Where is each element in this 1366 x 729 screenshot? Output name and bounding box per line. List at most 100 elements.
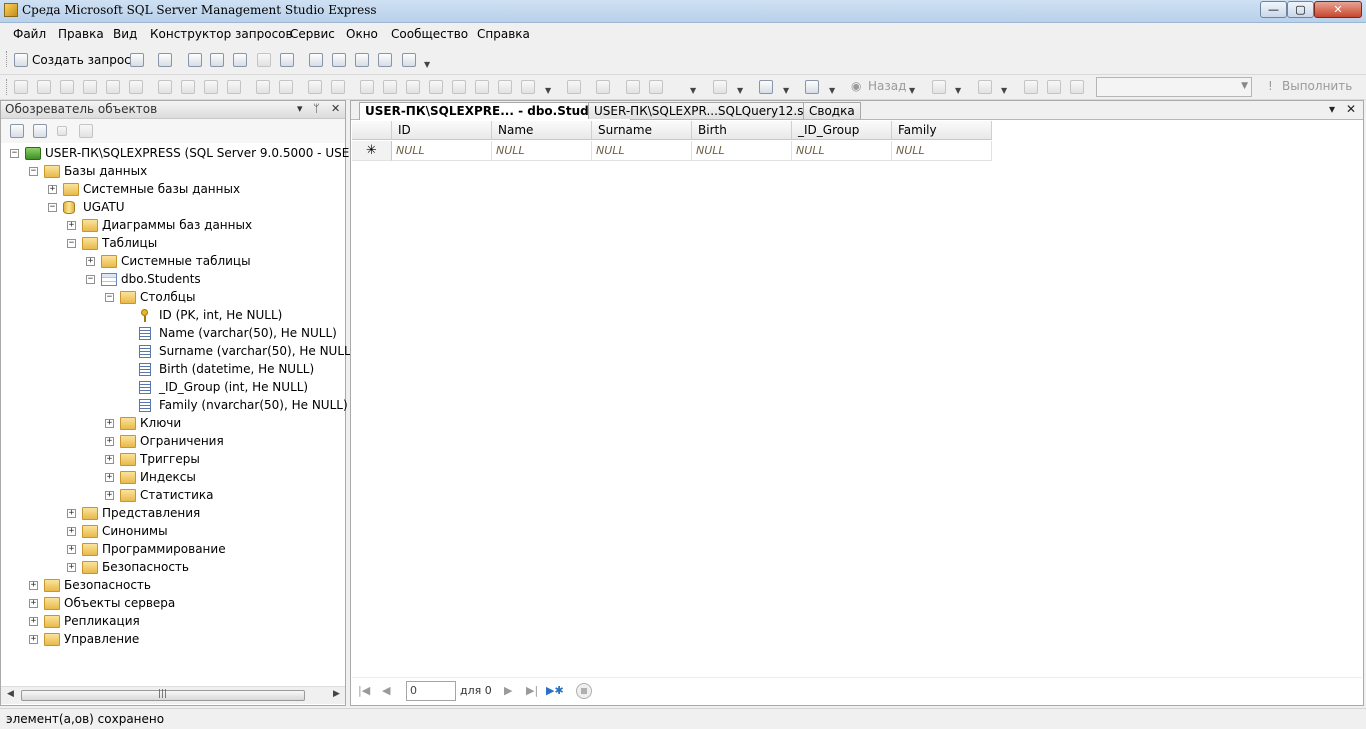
collapse-icon[interactable]: − xyxy=(10,149,19,158)
bookmark-icon[interactable] xyxy=(452,80,466,94)
menu-tools[interactable]: Сервис xyxy=(290,27,335,41)
stop-icon[interactable] xyxy=(57,126,67,136)
maximize-button[interactable]: ▢ xyxy=(1287,1,1314,18)
cell-birth[interactable]: NULL xyxy=(692,141,792,161)
comment-icon[interactable] xyxy=(360,80,374,94)
save-icon[interactable] xyxy=(257,53,271,67)
expand-icon[interactable]: + xyxy=(67,563,76,572)
close-button[interactable]: ✕ xyxy=(1314,1,1362,18)
disconnect-icon[interactable] xyxy=(33,124,47,138)
cell-id[interactable]: NULL xyxy=(392,141,492,161)
cell-family[interactable]: NULL xyxy=(892,141,992,161)
expand-icon[interactable]: + xyxy=(29,599,38,608)
tree-node[interactable]: Birth (datetime, He NULL) xyxy=(1,361,345,379)
toolbar-options-icon[interactable]: ▼ xyxy=(909,86,915,95)
toolbar-options-icon[interactable]: ▼ xyxy=(1001,86,1007,95)
cell-id-group[interactable]: NULL xyxy=(792,141,892,161)
tree-node[interactable]: − USER-ПК\SQLEXPRESS (SQL Server 9.0.5000… xyxy=(1,145,392,163)
database-select[interactable]: ▼ xyxy=(1096,77,1252,97)
tree-node[interactable]: + Системные таблицы xyxy=(1,253,345,271)
scroll-thumb[interactable]: ||| xyxy=(21,689,305,701)
sort-descending-icon[interactable] xyxy=(279,80,293,94)
expand-icon[interactable]: + xyxy=(48,185,57,194)
expand-icon[interactable]: + xyxy=(105,419,114,428)
prev-record-button[interactable]: ◀ xyxy=(382,684,390,697)
show-results-icon[interactable] xyxy=(83,80,97,94)
execute-button[interactable]: Выполнить xyxy=(1282,79,1352,93)
record-number-input[interactable]: 0 xyxy=(406,681,456,701)
run-icon[interactable] xyxy=(106,80,120,94)
open-solution-icon[interactable] xyxy=(210,53,224,67)
tree-node[interactable]: + Системные базы данных xyxy=(1,181,345,199)
disconnect-icon[interactable] xyxy=(1047,80,1061,94)
new-table-icon[interactable] xyxy=(1070,80,1084,94)
menu-view[interactable]: Вид xyxy=(113,27,137,41)
menu-help[interactable]: Справка xyxy=(477,27,530,41)
uncomment-icon[interactable] xyxy=(383,80,397,94)
panel-close-icon[interactable]: ✕ xyxy=(331,102,340,115)
scroll-left-icon[interactable]: ◀ xyxy=(7,689,14,699)
toolbar-options-icon[interactable]: ▼ xyxy=(783,86,789,95)
tree-node[interactable]: Surname (varchar(50), He NULL) xyxy=(1,343,355,361)
collapse-icon[interactable]: − xyxy=(48,203,57,212)
column-header-id[interactable]: ID xyxy=(392,121,492,140)
expand-icon[interactable]: + xyxy=(86,257,95,266)
expand-icon[interactable]: + xyxy=(67,509,76,518)
object-explorer-icon[interactable] xyxy=(332,53,346,67)
show-diagram-icon[interactable] xyxy=(14,80,28,94)
tab-close-icon[interactable]: ✕ xyxy=(1346,102,1356,116)
menu-edit[interactable]: Правка xyxy=(58,27,104,41)
menu-community[interactable]: Сообщество xyxy=(391,27,468,41)
next-record-button[interactable]: ▶ xyxy=(504,684,512,697)
expand-icon[interactable]: + xyxy=(105,473,114,482)
toolbar-grip[interactable] xyxy=(6,79,10,95)
group-by-icon[interactable] xyxy=(158,80,172,94)
filter-icon[interactable] xyxy=(79,124,93,138)
show-criteria-icon[interactable] xyxy=(37,80,51,94)
outdent-icon[interactable] xyxy=(429,80,443,94)
tree-node[interactable]: ID (PK, int, He NULL) xyxy=(1,307,345,325)
stop-icon[interactable] xyxy=(576,683,592,699)
toolbar-options-icon[interactable]: ▼ xyxy=(424,60,430,69)
cell-surname[interactable]: NULL xyxy=(592,141,692,161)
clear-bookmarks-icon[interactable] xyxy=(521,80,535,94)
tree-node[interactable]: + Объекты сервера xyxy=(1,595,345,613)
tree-node[interactable]: − Столбцы xyxy=(1,289,345,307)
collapse-icon[interactable]: − xyxy=(29,167,38,176)
expand-icon[interactable]: + xyxy=(29,581,38,590)
expand-icon[interactable]: + xyxy=(105,455,114,464)
open-file-icon[interactable] xyxy=(188,53,202,67)
add-derived-table-icon[interactable] xyxy=(204,80,218,94)
expand-icon[interactable]: + xyxy=(67,545,76,554)
tree-node[interactable]: + Безопасность xyxy=(1,577,345,595)
new-record-button[interactable]: ▶✱ xyxy=(546,684,564,697)
back-button[interactable]: Назад xyxy=(868,79,906,93)
tree-node[interactable]: + Ограничения xyxy=(1,433,345,451)
next-bookmark-icon[interactable] xyxy=(498,80,512,94)
tree-node[interactable]: + Безопасность xyxy=(1,559,345,577)
menu-query-designer[interactable]: Конструктор запросов xyxy=(150,27,293,41)
tree-node[interactable]: _ID_Group (int, He NULL) xyxy=(1,379,345,397)
debug-icon[interactable] xyxy=(567,80,581,94)
table-view-icon[interactable] xyxy=(713,80,727,94)
tree-node[interactable]: + Диаграммы баз данных xyxy=(1,217,345,235)
close-solution-icon[interactable] xyxy=(233,53,247,67)
tree-node[interactable]: Name (varchar(50), He NULL) xyxy=(1,325,345,343)
toolbar-options-icon[interactable]: ▼ xyxy=(545,86,551,95)
column-header-surname[interactable]: Surname xyxy=(592,121,692,140)
toolbar-grip[interactable] xyxy=(6,51,10,67)
tree-node[interactable]: + Синонимы xyxy=(1,523,345,541)
verify-sql-icon[interactable] xyxy=(129,80,143,94)
sort-ascending-icon[interactable] xyxy=(256,80,270,94)
tree-node[interactable]: + Представления xyxy=(1,505,345,523)
tree-node[interactable]: + Ключи xyxy=(1,415,345,433)
toolbar-options-icon[interactable]: ▼ xyxy=(737,86,743,95)
use-group-by-icon[interactable] xyxy=(331,80,345,94)
expand-icon[interactable]: + xyxy=(105,491,114,500)
new-file-icon[interactable] xyxy=(130,53,144,67)
cell-name[interactable]: NULL xyxy=(492,141,592,161)
column-header-family[interactable]: Family xyxy=(892,121,992,140)
diagram-pane-icon[interactable] xyxy=(759,80,773,94)
horizontal-scrollbar[interactable]: ◀ ||| ▶ xyxy=(1,686,345,704)
tree-node[interactable]: + Индексы xyxy=(1,469,345,487)
